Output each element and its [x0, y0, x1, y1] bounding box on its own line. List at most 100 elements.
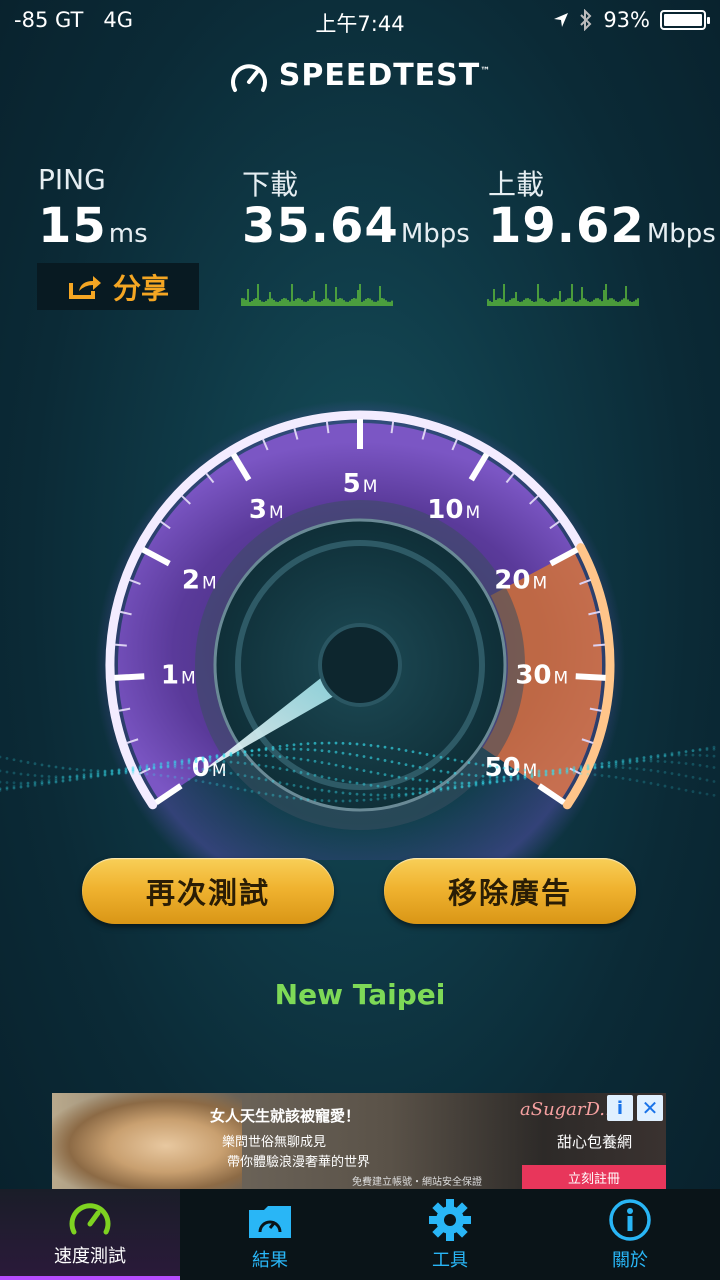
ping-value: 15	[38, 198, 107, 254]
wave-dot	[341, 799, 345, 803]
wave-dot	[341, 779, 345, 783]
wave-dot	[187, 759, 191, 763]
upload-unit: Mbps	[646, 219, 716, 249]
wave-dot	[257, 777, 261, 780]
wave-dot	[684, 753, 688, 757]
wave-dot	[138, 772, 142, 775]
wave-dot	[474, 774, 478, 777]
wave-dot	[390, 793, 394, 797]
wave-dot	[278, 794, 282, 798]
wave-dot	[215, 754, 219, 758]
tab-speed-test[interactable]: 速度測試	[0, 1189, 180, 1280]
retest-button[interactable]: 再次測試	[82, 858, 334, 924]
tab-results[interactable]: 結果	[180, 1189, 360, 1280]
wave-dot	[642, 756, 646, 759]
wave-dot	[453, 784, 457, 788]
wave-dot	[250, 762, 254, 766]
wave-dot	[516, 774, 520, 777]
wave-dot	[663, 754, 667, 758]
wave-dot	[551, 768, 555, 772]
wave-dot	[194, 779, 198, 782]
wave-dot	[383, 793, 387, 797]
wave-dot	[33, 774, 37, 777]
wave-dot	[236, 753, 240, 757]
wave-dot	[677, 753, 681, 757]
tab-tools[interactable]: 工具	[360, 1189, 540, 1280]
wave-dot	[285, 768, 289, 772]
wave-dot	[250, 775, 254, 779]
wave-dot	[327, 749, 331, 753]
wave-dot	[89, 772, 93, 776]
wave-decoration	[0, 741, 716, 803]
wave-dot	[369, 770, 373, 774]
wave-dot	[397, 761, 401, 765]
wave-dot	[75, 774, 79, 777]
wave-dot	[712, 747, 716, 751]
wave-dot	[278, 781, 282, 785]
ad-banner[interactable]: 女人天生就該被寵愛！ 樂問世俗無聊成見 帶你體驗浪漫奢華的世界 免費建立帳號・網…	[52, 1093, 666, 1189]
wave-dot	[187, 777, 191, 781]
wave-dot	[152, 773, 156, 777]
wave-dot	[341, 751, 345, 755]
wave-dot	[376, 771, 380, 775]
wave-dot	[243, 750, 247, 753]
ad-info-icon[interactable]: i	[607, 1095, 633, 1121]
wave-dot	[208, 759, 212, 763]
tab-tools-label: 工具	[432, 1250, 468, 1271]
ad-close-icon[interactable]: ✕	[637, 1095, 663, 1121]
status-right: 93%	[553, 8, 710, 32]
wave-dot	[299, 742, 303, 746]
wave-dot	[530, 769, 534, 772]
wave-dot	[236, 751, 240, 754]
wave-dot	[502, 775, 506, 779]
wave-dot	[68, 775, 72, 778]
wave-dot	[173, 760, 177, 764]
wave-dot	[26, 761, 30, 764]
wave-dot	[166, 765, 170, 769]
wave-dot	[355, 792, 359, 796]
share-button[interactable]: 分享	[37, 263, 199, 310]
wave-dot	[635, 756, 639, 760]
wave-dot	[12, 781, 16, 785]
wave-dot	[621, 776, 625, 780]
wave-dot	[40, 779, 44, 783]
wave-dot	[355, 742, 359, 746]
wave-dot	[712, 793, 716, 797]
wave-dot	[313, 759, 317, 763]
wave-dot	[670, 786, 674, 789]
wave-dot	[656, 754, 660, 758]
remove-ads-button[interactable]: 移除廣告	[384, 858, 636, 924]
wave-dot	[159, 773, 163, 777]
wave-dot	[376, 797, 380, 801]
wave-dot	[656, 783, 660, 787]
wave-dot	[467, 781, 471, 785]
wave-dot	[712, 754, 716, 758]
wave-dot	[33, 762, 37, 766]
wave-dot	[208, 755, 212, 759]
wave-dot	[446, 781, 450, 784]
wave-dot	[208, 768, 212, 772]
wave-dot	[467, 761, 471, 765]
tab-about[interactable]: 關於	[540, 1189, 720, 1280]
wave-dot	[376, 757, 380, 761]
wave-dot	[404, 776, 408, 780]
wave-dot	[215, 783, 219, 786]
wave-dot	[334, 741, 338, 745]
wave-dot	[488, 764, 492, 768]
wave-dot	[390, 760, 394, 764]
wave-dot	[201, 756, 205, 759]
wave-dot	[236, 773, 240, 776]
wave-dot	[411, 764, 415, 768]
wave-dot	[572, 771, 576, 775]
wave-dot	[278, 745, 282, 748]
wave-dot	[19, 783, 23, 787]
wave-dot	[271, 765, 275, 769]
wave-dot	[292, 743, 296, 747]
wave-dot	[614, 765, 618, 769]
wave-dot	[670, 753, 674, 757]
wave-dot	[397, 747, 401, 751]
wave-dot	[5, 781, 9, 784]
ad-cta-button[interactable]: 立刻註冊	[522, 1165, 666, 1189]
wave-dot	[236, 787, 240, 791]
wave-dot	[425, 790, 429, 793]
